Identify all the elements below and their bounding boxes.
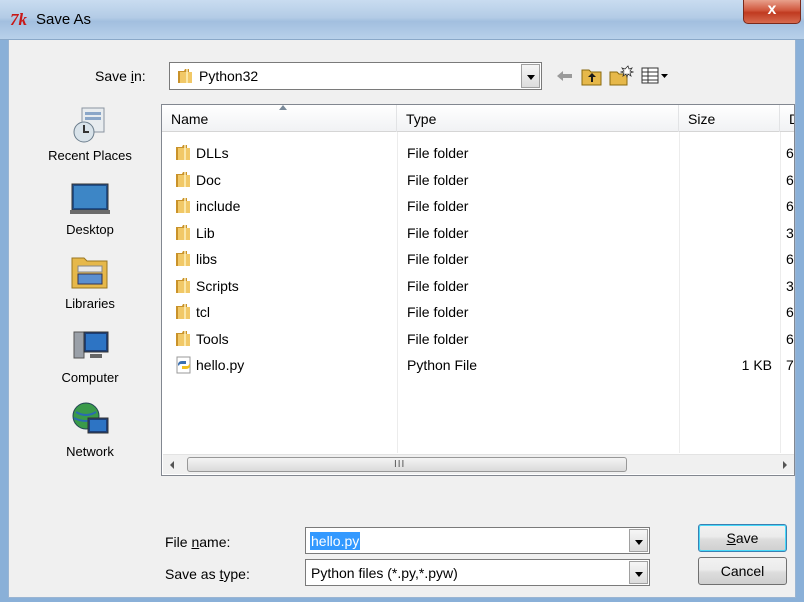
file-date-cell: 3	[786, 277, 794, 294]
folder-icon	[176, 145, 190, 160]
column-header-size[interactable]: Size	[679, 105, 780, 132]
file-name-input[interactable]: hello.py	[310, 532, 361, 550]
folder-icon	[176, 171, 190, 187]
folder-icon	[176, 251, 190, 266]
file-name-cell: Scripts	[196, 277, 239, 294]
python-file-icon	[176, 356, 191, 374]
folder-icon	[176, 330, 190, 346]
table-row[interactable]: libs File folder 6	[162, 246, 794, 272]
file-date-cell: 6	[786, 330, 794, 347]
file-date-cell: 6	[786, 251, 794, 267]
close-button[interactable]: x	[743, 0, 801, 24]
file-name-cell: include	[196, 198, 241, 214]
file-name-cell: Tools	[196, 330, 229, 347]
file-date-cell: 3	[786, 224, 794, 241]
file-name-label: File name:	[165, 534, 231, 550]
file-size-cell: 1 KB	[741, 357, 772, 373]
place-label: Recent Places	[48, 148, 132, 163]
save-in-value: Python32	[199, 68, 259, 84]
column-header-row: Name Type Size D	[162, 105, 794, 132]
folder-icon	[176, 304, 190, 319]
table-row[interactable]: Scripts File folder 3	[162, 273, 794, 299]
up-folder-icon[interactable]	[580, 64, 604, 88]
save-in-label: Save in:	[95, 68, 146, 84]
sort-ascending-icon	[279, 105, 287, 110]
file-name-cell: Doc	[196, 171, 221, 188]
column-header-date[interactable]: D	[780, 105, 794, 132]
place-label: Network	[66, 444, 114, 459]
back-arrow-icon[interactable]	[554, 64, 576, 88]
file-list[interactable]: Name Type Size D DLLs File folder 6 Doc File…	[161, 104, 795, 476]
file-name-dropdown-button[interactable]	[629, 529, 648, 552]
save-as-type-dropdown-button[interactable]	[629, 561, 648, 584]
folder-icon	[176, 277, 190, 293]
file-date-cell: 7	[786, 357, 794, 373]
cancel-button[interactable]: Cancel	[698, 557, 787, 585]
table-row[interactable]: Lib File folder 3	[162, 220, 794, 246]
view-menu-icon[interactable]	[640, 64, 670, 88]
file-date-cell: 6	[786, 198, 794, 214]
scroll-left-arrow-icon[interactable]	[163, 455, 183, 474]
file-type-cell: File folder	[407, 198, 469, 214]
file-type-cell: File folder	[407, 277, 469, 294]
new-folder-icon[interactable]	[608, 64, 634, 88]
table-row[interactable]: Doc File folder 6	[162, 167, 794, 193]
save-in-dropdown-button[interactable]	[521, 64, 540, 88]
save-as-type-combobox[interactable]: Python files (*.py,*.pyw)	[305, 559, 650, 586]
table-row[interactable]: hello.py Python File 1 KB 7	[162, 352, 794, 378]
save-as-window: 7k Save As x Save in: Python32 Recent Pl…	[0, 0, 804, 602]
file-name-combobox[interactable]: hello.py	[305, 527, 650, 554]
libraries-icon	[71, 257, 108, 289]
recent-places-icon	[73, 107, 105, 143]
scrollbar-thumb[interactable]: III	[187, 457, 627, 472]
horizontal-scrollbar[interactable]: III	[163, 454, 794, 474]
column-header-type[interactable]: Type	[397, 105, 679, 132]
table-row[interactable]: include File folder 6	[162, 193, 794, 219]
save-in-combobox[interactable]: Python32	[169, 62, 542, 90]
place-label: Libraries	[65, 296, 115, 311]
desktop-icon	[70, 183, 110, 214]
window-title: Save As	[36, 11, 92, 28]
file-name-cell: Lib	[196, 224, 215, 241]
file-type-cell: File folder	[407, 304, 469, 320]
file-type-cell: File folder	[407, 224, 469, 241]
file-date-cell: 6	[786, 145, 794, 161]
computer-icon	[73, 331, 109, 359]
network-icon	[72, 402, 109, 434]
save-as-type-label: Save as type:	[165, 566, 250, 582]
file-type-cell: File folder	[407, 251, 469, 267]
table-row[interactable]: Tools File folder 6	[162, 326, 794, 352]
place-label: Desktop	[66, 222, 114, 237]
scrollbar-grip-icon: III	[394, 459, 406, 470]
file-name-cell: tcl	[196, 304, 210, 320]
file-date-cell: 6	[786, 304, 794, 320]
folder-icon	[176, 224, 190, 240]
file-type-cell: Python File	[407, 357, 478, 373]
file-name-cell: libs	[196, 251, 218, 267]
file-type-cell: File folder	[407, 145, 469, 161]
file-date-cell: 6	[786, 171, 794, 188]
place-label: Computer	[61, 370, 119, 385]
places-bar: Recent Places Desktop Libraries Computer	[26, 104, 154, 476]
folder-icon	[176, 198, 190, 213]
file-name-cell: hello.py	[196, 357, 245, 373]
file-type-cell: File folder	[407, 171, 469, 188]
file-type-cell: File folder	[407, 330, 469, 347]
table-row[interactable]: tcl File folder 6	[162, 299, 794, 325]
title-bar[interactable]: 7k Save As x	[0, 0, 804, 40]
dialog-body: Save in: Python32 Recent Places Desktop …	[8, 40, 796, 598]
tk-feather-icon: 7k	[10, 10, 27, 29]
save-as-type-value: Python files (*.py,*.pyw)	[311, 565, 458, 581]
save-button[interactable]: Save	[698, 524, 787, 552]
file-name-cell: DLLs	[196, 145, 229, 161]
table-row[interactable]: DLLs File folder 6	[162, 140, 794, 166]
close-icon: x	[767, 1, 777, 18]
scroll-right-arrow-icon[interactable]	[775, 455, 794, 474]
folder-icon	[178, 69, 192, 83]
